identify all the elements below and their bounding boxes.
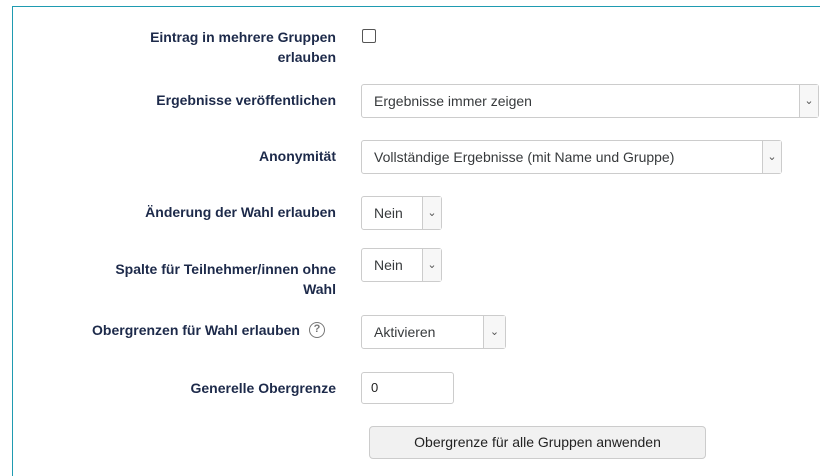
- allow-change-label: Änderung der Wahl erlauben: [145, 204, 336, 220]
- chevron-down-icon: ⌄: [422, 249, 441, 281]
- publish-results-value: Ergebnisse immer zeigen: [374, 93, 532, 109]
- general-limit-label: Generelle Obergrenze: [190, 380, 336, 396]
- form-frame: [12, 6, 820, 476]
- anonymity-select[interactable]: Vollständige Ergebnisse (mit Name und Gr…: [361, 140, 782, 174]
- chevron-down-icon: ⌄: [799, 85, 818, 117]
- limits-select[interactable]: Aktivieren ⌄: [361, 315, 506, 349]
- chevron-down-icon: ⌄: [483, 316, 505, 348]
- limits-label: Obergrenzen für Wahl erlauben: [92, 322, 300, 338]
- anonymity-value: Vollständige Ergebnisse (mit Name und Gr…: [374, 149, 675, 165]
- anonymity-label: Anonymität: [259, 148, 336, 164]
- publish-results-label: Ergebnisse veröffentlichen: [156, 92, 336, 108]
- chevron-down-icon: ⌄: [762, 141, 781, 173]
- chevron-down-icon: ⌄: [422, 197, 441, 229]
- publish-results-select[interactable]: Ergebnisse immer zeigen ⌄: [361, 84, 819, 118]
- no-choice-column-label-line2: Wahl: [303, 281, 336, 297]
- multi-group-label: Eintrag in mehrere Gruppen erlauben: [40, 27, 336, 67]
- multi-group-label-line2: erlauben: [277, 49, 336, 65]
- no-choice-column-value: Nein: [374, 257, 403, 273]
- allow-change-select[interactable]: Nein ⌄: [361, 196, 442, 230]
- multi-group-checkbox[interactable]: [362, 29, 376, 43]
- limits-value: Aktivieren: [374, 324, 436, 340]
- no-choice-column-label: Spalte für Teilnehmer/innen ohne Wahl: [40, 259, 336, 299]
- no-choice-column-label-line1: Spalte für Teilnehmer/innen ohne: [115, 261, 336, 277]
- general-limit-input[interactable]: 0: [361, 372, 454, 404]
- allow-change-value: Nein: [374, 205, 403, 221]
- apply-limit-all-groups-button[interactable]: Obergrenze für alle Gruppen anwenden: [369, 426, 706, 459]
- help-icon[interactable]: ?: [309, 322, 325, 338]
- multi-group-label-line1: Eintrag in mehrere Gruppen: [150, 29, 336, 45]
- no-choice-column-select[interactable]: Nein ⌄: [361, 248, 442, 282]
